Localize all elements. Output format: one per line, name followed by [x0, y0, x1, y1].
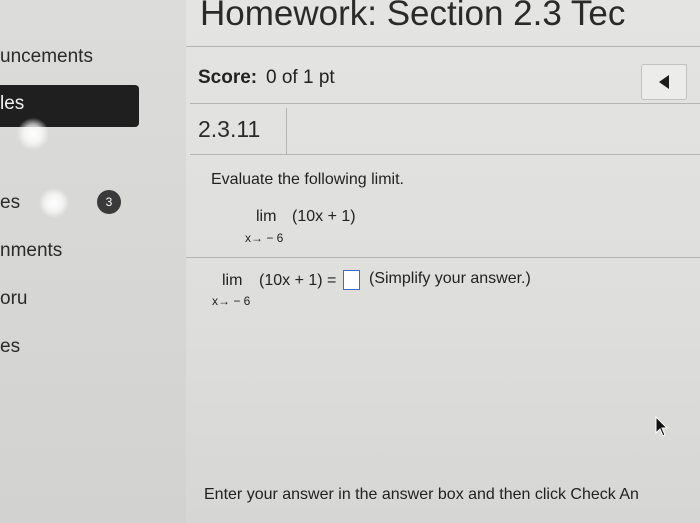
- next-question-button[interactable]: [686, 64, 700, 98]
- triangle-left-icon: [659, 75, 669, 89]
- notification-badge: 3: [97, 190, 121, 214]
- score-label: Score:: [198, 67, 258, 88]
- main-panel: Homework: Section 2.3 Tec Score: 0 of 1 …: [186, 0, 700, 523]
- sidebar: uncements les es 3 nments oru es: [0, 0, 186, 523]
- score-divider: [190, 103, 700, 104]
- limit-subscript: x→ − 6: [245, 231, 284, 245]
- question-prompt: Evaluate the following limit.: [211, 171, 404, 188]
- limit-function: (10x + 1): [292, 208, 356, 225]
- sidebar-item-modules-active[interactable]: les: [0, 85, 139, 127]
- question-number-divider: [286, 108, 287, 154]
- answer-limit-function: (10x + 1) =: [259, 272, 337, 289]
- question-number: 2.3.11: [198, 116, 261, 142]
- sidebar-item-announcements[interactable]: uncements: [0, 46, 93, 68]
- sidebar-item-label: les: [0, 93, 25, 114]
- answer-input[interactable]: [343, 270, 360, 290]
- mouse-cursor-icon: [655, 416, 669, 437]
- sidebar-item-files[interactable]: es: [0, 336, 20, 358]
- page-title: Homework: Section 2.3 Tec: [200, 0, 626, 33]
- footer-instructions: Enter your answer in the answer box and …: [204, 486, 639, 503]
- previous-question-button[interactable]: [641, 64, 687, 100]
- limit-operator: lim: [256, 208, 277, 225]
- screen-glare: [39, 188, 69, 218]
- sidebar-item-messages[interactable]: es: [0, 192, 20, 214]
- score-value: 0 of 1 pt: [266, 67, 335, 88]
- answer-limit-operator: lim: [222, 272, 243, 289]
- question-divider: [186, 257, 700, 258]
- sidebar-item-forum[interactable]: oru: [0, 288, 27, 310]
- answer-limit-subscript: x→ − 6: [212, 294, 251, 308]
- simplify-hint: (Simplify your answer.): [369, 270, 531, 287]
- sidebar-item-assignments[interactable]: nments: [0, 240, 62, 262]
- title-divider: [186, 46, 700, 47]
- question-header-divider: [190, 154, 700, 155]
